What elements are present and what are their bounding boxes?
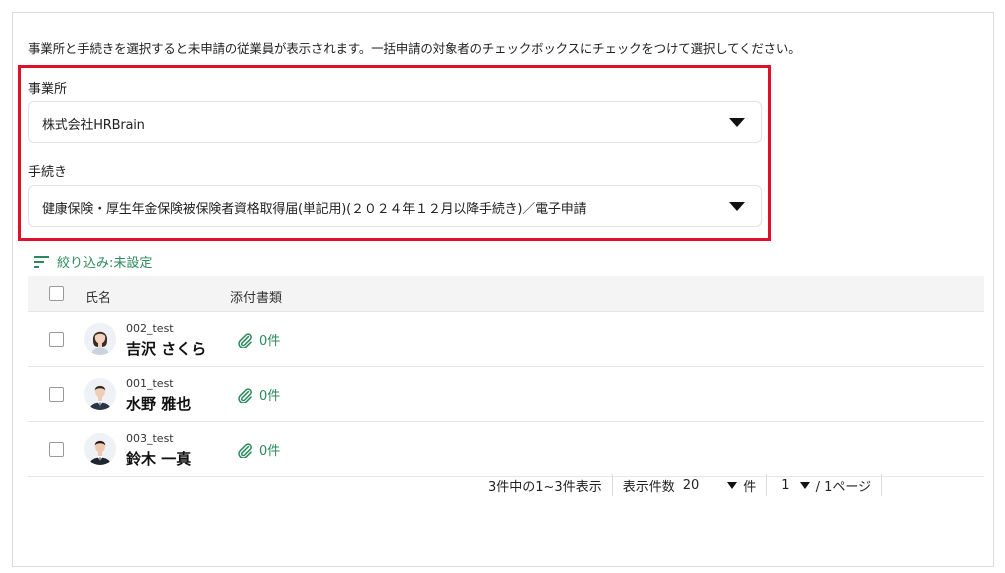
pagination-summary: 3件中の1~3件表示 [488, 479, 602, 495]
procedure-select[interactable]: 健康保険・厚生年金保険被保険者資格取得届(単記用)(２０２４年１２月以降手続き)… [28, 185, 762, 227]
employee-id: 001_test [126, 377, 174, 390]
instruction-text: 事業所と手続きを選択すると未申請の従業員が表示されます。一括申請の対象者のチェッ… [28, 41, 801, 56]
procedure-select-value: 健康保険・厚生年金保険被保険者資格取得届(単記用)(２０２４年１２月以降手続き)… [42, 202, 587, 217]
avatar [84, 323, 116, 355]
man-avatar-icon [84, 378, 116, 410]
employee-name: 水野 雅也 [126, 395, 192, 413]
header-attachments: 添付書類 [230, 291, 283, 306]
divider [881, 474, 883, 496]
employee-table: 氏名 添付書類 002_test 吉沢 さくら 0件 001_test 水野 雅… [28, 276, 984, 477]
page-total: / 1ページ [815, 479, 872, 495]
pagination: 3件中の1~3件表示 表示件数 20 件 1 / 1ページ [480, 474, 883, 496]
caret-down-icon [799, 481, 810, 489]
table-header: 氏名 添付書類 [28, 276, 984, 312]
select-all-checkbox[interactable] [49, 286, 64, 301]
row-checkbox[interactable] [49, 387, 64, 402]
per-page-value: 20 [682, 477, 700, 493]
attachment-count: 0件 [259, 389, 281, 404]
avatar [84, 378, 116, 410]
per-page-unit: 件 [743, 479, 757, 495]
page-value: 1 [781, 477, 790, 493]
paperclip-icon [238, 387, 252, 403]
attachment-link[interactable]: 0件 [237, 440, 280, 459]
table-row: 003_test 鈴木 一真 0件 [28, 422, 984, 477]
office-select[interactable]: 株式会社HRBrain [28, 101, 762, 143]
caret-down-icon [729, 118, 745, 127]
attachment-link[interactable]: 0件 [237, 385, 280, 404]
avatar [84, 433, 116, 465]
attachment-count: 0件 [259, 444, 281, 459]
page-select[interactable]: 1 / 1ページ [781, 476, 871, 495]
header-name: 氏名 [85, 291, 112, 306]
divider [611, 474, 613, 496]
employee-id: 002_test [126, 322, 174, 335]
filter-button[interactable]: 絞り込み:未設定 [34, 252, 152, 271]
caret-down-icon [727, 481, 738, 489]
office-select-value: 株式会社HRBrain [42, 118, 145, 133]
filter-lines-icon [34, 255, 49, 268]
row-checkbox[interactable] [49, 442, 64, 457]
table-row: 001_test 水野 雅也 0件 [28, 367, 984, 422]
man-avatar-icon [84, 433, 116, 465]
row-checkbox[interactable] [49, 332, 64, 347]
attachment-count: 0件 [259, 334, 281, 349]
employee-name: 鈴木 一真 [126, 450, 192, 468]
office-label: 事業所 [28, 82, 68, 97]
table-row: 002_test 吉沢 さくら 0件 [28, 312, 984, 367]
divider [766, 474, 768, 496]
woman-avatar-icon [84, 323, 116, 355]
procedure-label: 手続き [28, 165, 68, 180]
per-page-label: 表示件数 [622, 479, 675, 495]
paperclip-icon [238, 442, 252, 458]
attachment-link[interactable]: 0件 [237, 330, 280, 349]
caret-down-icon [729, 202, 745, 211]
per-page-select[interactable]: 20 件 [683, 476, 757, 495]
employee-name: 吉沢 さくら [126, 340, 207, 358]
filter-label: 絞り込み:未設定 [57, 256, 153, 271]
paperclip-icon [238, 332, 252, 348]
employee-id: 003_test [126, 432, 174, 445]
